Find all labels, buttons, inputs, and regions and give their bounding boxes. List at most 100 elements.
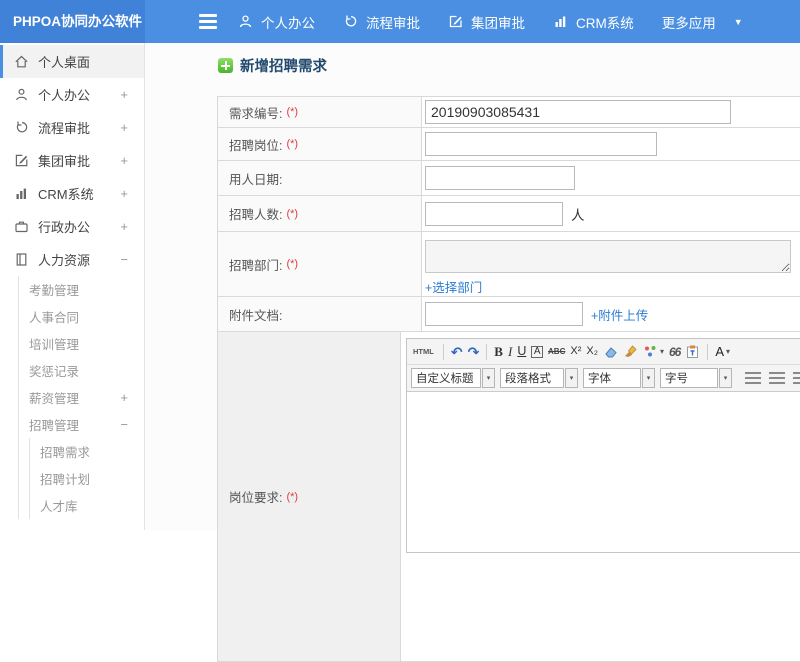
hamburger-menu-icon[interactable] xyxy=(199,14,217,29)
briefcase-icon xyxy=(14,219,29,234)
strikethrough-button[interactable]: ABC xyxy=(548,347,565,356)
sidebar-item-hr-contract[interactable]: 人事合同 xyxy=(19,303,144,330)
form-row-position: 招聘岗位: (*) xyxy=(218,128,800,161)
sidebar-item-personal-office[interactable]: 个人办公 + xyxy=(0,78,144,111)
paste-icon[interactable] xyxy=(685,344,700,359)
field-label: 附件文档: xyxy=(229,308,283,323)
nav-label: 流程审批 xyxy=(366,15,420,31)
editor-toolbar-row1: HTML ↶ ↷ B I U A ABC X² X₂ ▾ 66 A ▾ xyxy=(407,339,800,365)
sidebar-item-recruit-plan[interactable]: 招聘计划 xyxy=(30,465,144,492)
hire-date-input[interactable] xyxy=(425,166,575,190)
subscript-button[interactable]: X₂ xyxy=(586,346,598,357)
sidebar-item-label: 培训管理 xyxy=(29,338,80,352)
sidebar-item-label: 人力资源 xyxy=(38,253,91,268)
form-row-demand-number: 需求编号: (*) xyxy=(218,97,800,128)
sidebar-item-label: 行政办公 xyxy=(38,220,91,235)
required-mark: (*) xyxy=(286,207,299,220)
sidebar-item-rewards[interactable]: 奖惩记录 xyxy=(19,357,144,384)
nav-process-approval[interactable]: 流程审批 xyxy=(343,12,420,32)
sidebar-item-admin-office[interactable]: 行政办公 + xyxy=(0,210,144,243)
sidebar-item-label: 人事合同 xyxy=(29,311,80,325)
blockquote-button[interactable]: 66 xyxy=(669,346,681,358)
sidebar-item-talent-pool[interactable]: 人才库 xyxy=(30,492,144,519)
select-department-link[interactable]: +选择部门 xyxy=(425,277,482,296)
nav-crm-system[interactable]: CRM系统 xyxy=(553,12,634,32)
sidebar-item-label: 集团审批 xyxy=(38,154,91,169)
nav-label: CRM系统 xyxy=(576,15,634,31)
nav-more-apps[interactable]: 更多应用 xyxy=(662,12,716,32)
redo-button[interactable]: ↷ xyxy=(468,345,480,359)
font-family-dropdown[interactable]: 字体 ▾ xyxy=(583,368,655,388)
attachment-input[interactable] xyxy=(425,302,583,326)
align-left-icon[interactable] xyxy=(745,371,761,385)
dropdown-arrow-icon: ▾ xyxy=(642,368,655,388)
editor-content-area[interactable] xyxy=(407,392,800,552)
italic-button[interactable]: I xyxy=(508,345,512,358)
format-paint-icon[interactable]: ▾ xyxy=(643,344,664,359)
recruit-demand-form: 需求编号: (*) 招聘岗位: (*) 用人日期: xyxy=(217,96,800,662)
sidebar-item-label: 招聘计划 xyxy=(40,473,91,487)
home-icon xyxy=(14,54,29,69)
field-label: 用人日期: xyxy=(229,172,283,187)
sidebar-item-label: 个人办公 xyxy=(38,88,91,103)
font-color-button[interactable]: A ▾ xyxy=(715,345,730,358)
attachment-upload-link[interactable]: +附件上传 xyxy=(591,305,648,324)
sidebar-item-process-approval[interactable]: 流程审批 + xyxy=(0,111,144,144)
hr-submenu: 考勤管理 人事合同 培训管理 奖惩记录 薪资管理 + 招聘管理 − 招聘需求 招… xyxy=(18,276,144,519)
expand-icon[interactable]: + xyxy=(120,87,128,102)
caret-down-icon[interactable]: ▼ xyxy=(734,17,743,27)
expand-icon[interactable]: + xyxy=(120,186,128,201)
sidebar-item-group-approval[interactable]: 集团审批 + xyxy=(0,144,144,177)
sidebar-item-training[interactable]: 培训管理 xyxy=(19,330,144,357)
sidebar-item-crm-system[interactable]: CRM系统 + xyxy=(0,177,144,210)
sidebar-item-recruit-mgmt[interactable]: 招聘管理 − xyxy=(19,411,144,438)
expand-icon[interactable]: − xyxy=(120,417,128,432)
font-border-button[interactable]: A xyxy=(531,345,544,358)
sidebar-item-label: 招聘需求 xyxy=(40,446,91,460)
eraser-icon[interactable] xyxy=(603,344,618,359)
bar-chart-icon xyxy=(553,14,568,29)
paragraph-format-dropdown[interactable]: 段落格式 ▾ xyxy=(500,368,578,388)
main-content: 新增招聘需求 需求编号: (*) 招聘岗位: (*) 用人日期: xyxy=(145,43,800,662)
editor-toolbar-row2: 自定义标题 ▾ 段落格式 ▾ 字体 ▾ 字号 ▾ xyxy=(407,365,800,392)
nav-personal-office[interactable]: 个人办公 xyxy=(238,12,315,32)
department-textarea[interactable] xyxy=(425,240,791,273)
edit-icon xyxy=(14,153,29,168)
sidebar-item-attendance[interactable]: 考勤管理 xyxy=(19,276,144,303)
recruit-submenu: 招聘需求 招聘计划 人才库 xyxy=(29,438,144,519)
field-label: 招聘人数: xyxy=(229,208,283,222)
align-right-icon[interactable] xyxy=(793,371,800,385)
dropdown-arrow-icon: ▾ xyxy=(565,368,578,388)
sidebar-item-personal-desktop[interactable]: 个人桌面 xyxy=(0,45,144,78)
user-icon xyxy=(238,14,253,29)
page-header: 新增招聘需求 xyxy=(218,55,327,76)
expand-icon[interactable]: − xyxy=(120,252,128,267)
sidebar-item-salary[interactable]: 薪资管理 + xyxy=(19,384,144,411)
bold-button[interactable]: B xyxy=(494,345,503,358)
nav-group-approval[interactable]: 集团审批 xyxy=(448,12,525,32)
expand-icon[interactable]: + xyxy=(120,120,128,135)
underline-button[interactable]: U xyxy=(517,345,526,358)
expand-icon[interactable]: + xyxy=(120,153,128,168)
demand-number-input[interactable] xyxy=(425,100,731,124)
undo-button[interactable]: ↶ xyxy=(451,345,463,359)
dropdown-arrow-icon: ▾ xyxy=(726,346,731,356)
nav-label: 个人办公 xyxy=(261,15,315,31)
sidebar-item-human-resources[interactable]: 人力资源 − xyxy=(0,243,144,276)
superscript-button[interactable]: X² xyxy=(570,346,581,357)
expand-icon[interactable]: + xyxy=(120,219,128,234)
headcount-input[interactable] xyxy=(425,201,563,226)
brush-icon[interactable] xyxy=(623,344,638,359)
custom-title-dropdown[interactable]: 自定义标题 ▾ xyxy=(411,368,495,388)
sidebar-item-recruit-demand[interactable]: 招聘需求 xyxy=(30,438,144,465)
nav-label: 更多应用 xyxy=(661,15,716,31)
page-title: 新增招聘需求 xyxy=(240,59,327,75)
edit-icon xyxy=(448,14,463,29)
html-source-button[interactable]: HTML xyxy=(411,345,436,359)
required-mark: (*) xyxy=(286,258,299,270)
position-input[interactable] xyxy=(425,132,657,156)
expand-icon[interactable]: + xyxy=(120,390,128,405)
align-center-icon[interactable] xyxy=(769,371,785,385)
sidebar-item-label: 薪资管理 xyxy=(29,392,80,406)
font-size-dropdown[interactable]: 字号 ▾ xyxy=(660,368,732,388)
